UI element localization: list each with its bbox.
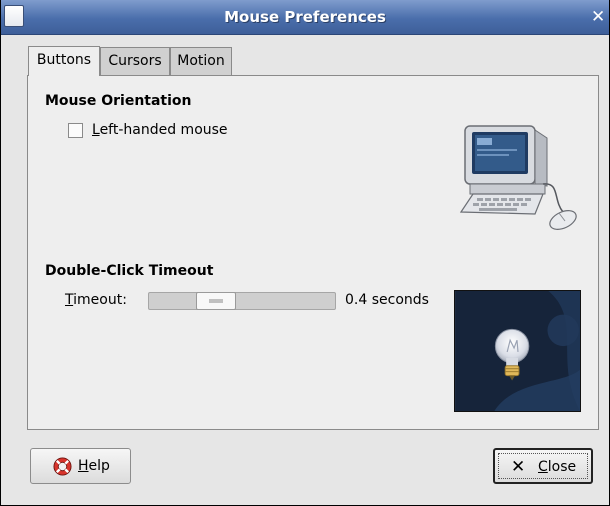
tab-motion[interactable]: Motion [170, 47, 232, 76]
tab-buttons[interactable]: Buttons [28, 46, 100, 76]
lifebuoy-icon [53, 457, 72, 476]
left-handed-checkbox[interactable] [68, 123, 83, 138]
timeout-mnemonic: T [65, 292, 74, 308]
close-button[interactable]: ✕ Close [493, 448, 593, 484]
timeout-slider-thumb[interactable] [196, 292, 236, 310]
timeout-label-text: imeout: [73, 292, 127, 308]
timeout-slider[interactable] [148, 292, 336, 310]
close-mnemonic: C [538, 459, 548, 475]
left-handed-label-text: eft-handed mouse [99, 122, 228, 138]
window-close-icon[interactable]: ✕ [591, 5, 609, 29]
close-label-text: lose [547, 459, 577, 475]
left-handed-mnemonic: L [92, 122, 100, 138]
lightbulb-icon[interactable] [454, 290, 581, 412]
left-handed-label[interactable]: Left-handed mouse [92, 122, 228, 138]
title-bar[interactable]: Mouse Preferences ✕ [1, 0, 609, 35]
tab-cursors[interactable]: Cursors [100, 47, 170, 76]
double-click-timeout-heading: Double-Click Timeout [45, 263, 214, 279]
help-label: Help [78, 449, 110, 483]
x-icon: ✕ [511, 457, 526, 477]
help-mnemonic: H [78, 458, 89, 474]
timeout-value: 0.4 seconds [345, 292, 429, 308]
close-label: Close [538, 450, 576, 484]
slider-grip-icon [209, 299, 223, 303]
help-button[interactable]: Help [30, 448, 131, 484]
mouse-preferences-window: Mouse Preferences ✕ Buttons Cursors Moti… [0, 0, 610, 506]
mouse-orientation-heading: Mouse Orientation [45, 93, 192, 109]
timeout-label: Timeout: [65, 292, 127, 308]
help-label-text: elp [88, 458, 110, 474]
window-title: Mouse Preferences [224, 8, 386, 26]
computer-mouse-icon [459, 125, 577, 230]
